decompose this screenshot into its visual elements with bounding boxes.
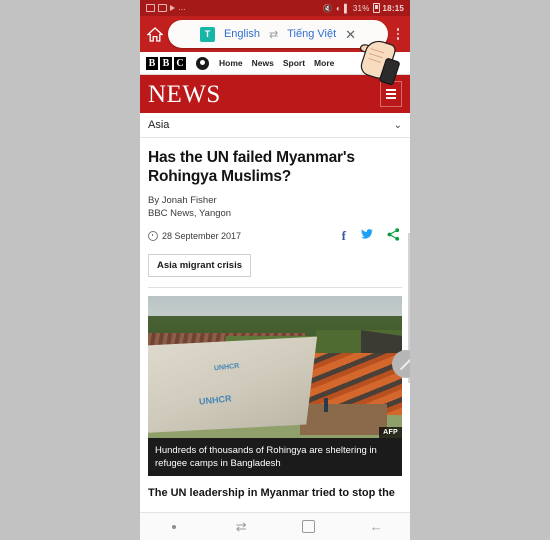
article-figure: UNHCR UNHCR AFP Hundreds of thousands of…	[148, 296, 402, 476]
photo-credit: AFP	[379, 427, 402, 438]
meta-row: 28 September 2017 f	[140, 220, 410, 244]
status-indicators: 🔇 ◐ ▌ 31% 18:15	[323, 3, 404, 13]
publish-date: 28 September 2017	[148, 231, 241, 241]
screenshot-stage: … 🔇 ◐ ▌ 31% 18:15 T English ⇄ Tiếng Việt…	[0, 0, 550, 540]
body-line: The UN leadership in Myanmar tried to st…	[148, 487, 395, 499]
menu-dot-icon[interactable]	[159, 524, 189, 529]
news-wordmark[interactable]: NEWS	[148, 82, 221, 107]
bbc-logo-letter: C	[174, 56, 186, 70]
facebook-icon[interactable]: f	[342, 228, 346, 244]
divider	[148, 287, 402, 288]
translate-badge-icon: T	[199, 26, 215, 42]
mute-icon: 🔇	[322, 3, 333, 13]
share-icon[interactable]	[387, 228, 400, 244]
bbc-globe-icon[interactable]	[196, 56, 209, 70]
article-body: The UN leadership in Myanmar tried to st…	[140, 476, 410, 506]
article-photo: UNHCR UNHCR AFP	[148, 296, 402, 438]
nav-link-news[interactable]: News	[252, 58, 274, 68]
android-nav-bar: ⇄ ←	[140, 512, 410, 540]
date-text: 28 September 2017	[162, 231, 242, 241]
battery-percent: 31%	[352, 3, 370, 13]
twitter-icon[interactable]	[360, 229, 373, 243]
back-arrow-icon[interactable]: ←	[361, 519, 391, 534]
status-clock: 18:15	[382, 3, 404, 13]
section-bar[interactable]: Asia ⌄	[140, 113, 410, 138]
battery-icon	[372, 3, 380, 13]
bureau-name: BBC News, Yangon	[148, 208, 232, 219]
author-name: By Jonah Fisher	[148, 195, 217, 206]
section-label: Asia	[148, 119, 170, 131]
byline: By Jonah Fisher BBC News, Yangon	[140, 186, 410, 220]
target-language[interactable]: Tiếng Việt	[287, 28, 336, 40]
wifi-icon: ◐	[335, 3, 342, 13]
bbc-logo-letter: B	[160, 56, 172, 70]
swap-icon[interactable]: ⇄	[226, 519, 256, 535]
photo-caption: Hundreds of thousands of Rohingya are sh…	[148, 438, 402, 476]
source-language[interactable]: English	[224, 28, 260, 40]
message-icon	[158, 4, 167, 12]
article-content: Asia ⌄ Has the UN failed Myanmar's Rohin…	[140, 113, 410, 540]
home-icon[interactable]	[144, 23, 166, 45]
topic-tag[interactable]: Asia migrant crisis	[148, 254, 252, 277]
nav-link-sport[interactable]: Sport	[283, 58, 305, 68]
swap-languages-icon[interactable]: ⇄	[269, 28, 278, 41]
pointing-hand-cursor	[352, 28, 408, 90]
bbc-logo[interactable]: B B C	[146, 56, 186, 70]
signal-icon: ▌	[344, 3, 350, 13]
nav-link-more[interactable]: More	[314, 58, 334, 68]
status-notifications: …	[146, 4, 186, 12]
share-buttons: f	[342, 228, 400, 244]
clock-icon	[148, 231, 158, 241]
nav-links: Home News Sport More	[219, 58, 334, 68]
flag-icon	[170, 5, 175, 11]
page-title: Has the UN failed Myanmar's Rohingya Mus…	[148, 149, 355, 185]
recents-square-icon[interactable]	[294, 520, 324, 533]
status-overflow: …	[178, 3, 187, 12]
body-line-clipped	[148, 501, 402, 506]
image-icon	[146, 4, 155, 12]
status-bar: … 🔇 ◐ ▌ 31% 18:15	[140, 0, 410, 16]
chevron-down-icon[interactable]: ⌄	[394, 120, 402, 131]
bbc-logo-letter: B	[146, 56, 158, 70]
nav-link-home[interactable]: Home	[219, 58, 243, 68]
